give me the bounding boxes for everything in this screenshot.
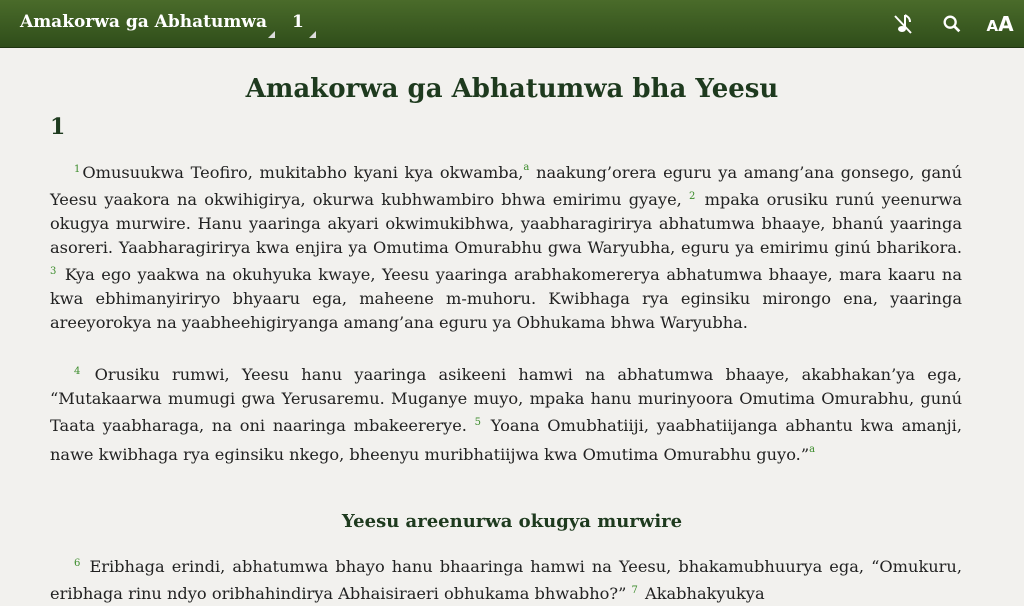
reading-pane[interactable]: Amakorwa ga Abhatumwa bha Yeesu 1 1 Omusu…	[0, 48, 1024, 603]
verse-number[interactable]: 4	[74, 366, 80, 377]
chapter-selector-chevron-icon	[309, 31, 316, 38]
top-toolbar: Amakorwa ga Abhatumwa 1 AA	[0, 0, 1024, 48]
verse-text: Kya ego yaakwa na okuhyuka kwaye, Yeesu …	[50, 265, 962, 332]
verse-number[interactable]: 3	[50, 266, 56, 277]
search-icon[interactable]	[938, 10, 966, 38]
paragraph-1: 1 Omusuukwa Teofiro, mukitabho kyani kya …	[50, 156, 962, 335]
verse-number[interactable]: 6	[74, 558, 80, 569]
text-size-large-a: A	[998, 12, 1014, 36]
audio-off-icon[interactable]	[889, 10, 917, 38]
book-selector[interactable]: Amakorwa ga Abhatumwa	[20, 12, 267, 32]
text-size-label: AA	[986, 14, 1013, 34]
chapter-selector[interactable]: 1	[292, 12, 304, 32]
footnote-marker[interactable]: a	[809, 444, 815, 455]
paragraph-2: 4 Orusiku rumwi, Yeesu hanu yaaringa asi…	[50, 360, 962, 467]
book-selector-label: Amakorwa ga Abhatumwa	[20, 12, 267, 32]
paragraph-3: 6 Eribhaga erindi, abhatumwa bhayo hanu …	[50, 552, 962, 606]
chapter-selector-label: 1	[292, 12, 304, 32]
text-size-small-a: A	[986, 17, 999, 35]
verse-number[interactable]: 2	[689, 191, 695, 202]
verse-text: Akabhakyukya	[639, 584, 765, 603]
verse-number[interactable]: 1	[74, 164, 80, 175]
book-title: Amakorwa ga Abhatumwa bha Yeesu	[245, 74, 779, 104]
verse-text: Omusuukwa Teofiro, mukitabho kyani kya o…	[82, 163, 524, 182]
section-heading: Yeesu areenurwa okugya murwire	[341, 511, 683, 532]
verse-number[interactable]: 5	[475, 417, 481, 428]
verse-text: Eribhaga erindi, abhatumwa bhayo hanu bh…	[50, 557, 962, 603]
chapter-number: 1	[50, 114, 66, 140]
book-selector-chevron-icon	[268, 31, 275, 38]
text-size-icon[interactable]: AA	[985, 10, 1015, 38]
verse-number[interactable]: 7	[632, 585, 638, 596]
